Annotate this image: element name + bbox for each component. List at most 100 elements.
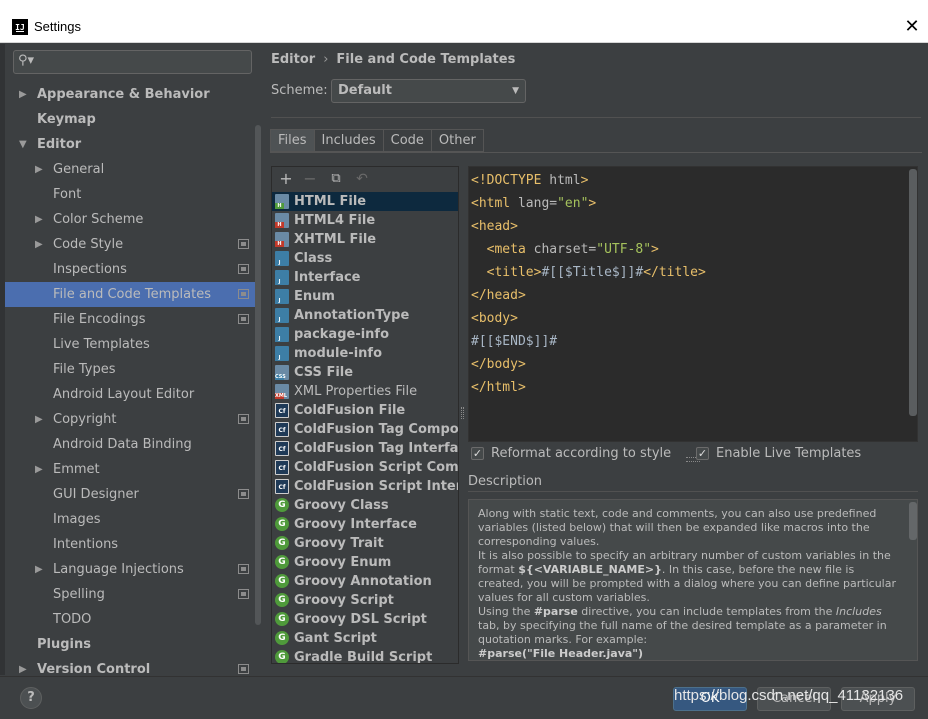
sidebar-item-appearance-behavior[interactable]: ▶ Appearance & Behavior [5, 82, 260, 107]
code-line[interactable]: </body> [471, 353, 526, 376]
sidebar-item-inspections[interactable]: Inspections [5, 257, 260, 282]
sidebar-item-file-and-code-templates[interactable]: File and Code Templates [5, 282, 260, 307]
collapsed-arrow-icon[interactable]: ▶ [35, 157, 43, 182]
code-token: > [580, 173, 589, 188]
sidebar-item-todo[interactable]: TODO [5, 607, 260, 632]
sidebar-item-file-types[interactable]: File Types [5, 357, 260, 382]
template-item[interactable]: J Interface [272, 268, 458, 287]
breadcrumb-parent[interactable]: Editor [271, 52, 315, 67]
splitter-handle[interactable] [461, 407, 464, 419]
editor-scrollbar[interactable] [909, 169, 917, 416]
template-item[interactable]: G Groovy Script [272, 591, 458, 610]
template-name: Groovy Enum [294, 555, 392, 570]
xml-properties-file-icon: XML [275, 384, 289, 399]
sidebar-item-emmet[interactable]: ▶ Emmet [5, 457, 260, 482]
template-item[interactable]: G Groovy Interface [272, 515, 458, 534]
search-icon[interactable]: ⚲▾ [18, 53, 34, 68]
template-item[interactable]: G Groovy DSL Script [272, 610, 458, 629]
tab-other[interactable]: Other [430, 129, 484, 152]
sidebar-item-language-injections[interactable]: ▶ Language Injections [5, 557, 260, 582]
template-item[interactable]: Cf ColdFusion File [272, 401, 458, 420]
copy-template-button[interactable]: ⧉ [326, 168, 346, 190]
sidebar-item-live-templates[interactable]: Live Templates [5, 332, 260, 357]
collapsed-arrow-icon[interactable]: ▶ [35, 232, 43, 257]
checkmark-icon[interactable]: ✓ [696, 447, 709, 460]
sidebar-item-code-style[interactable]: ▶ Code Style [5, 232, 260, 257]
template-list-scrollbar[interactable] [458, 197, 459, 391]
sidebar-item-editor[interactable]: ▼ Editor [5, 132, 260, 157]
remove-template-button[interactable]: − [300, 168, 320, 190]
template-item[interactable]: J Enum [272, 287, 458, 306]
template-item[interactable]: H HTML File [272, 192, 458, 211]
collapsed-arrow-icon[interactable]: ▶ [35, 557, 43, 582]
collapsed-arrow-icon[interactable]: ▶ [35, 207, 43, 232]
template-item[interactable]: CSS CSS File [272, 363, 458, 382]
sidebar-item-images[interactable]: Images [5, 507, 260, 532]
description-example: #parse("File Header.java") [478, 647, 644, 660]
scheme-value: Default [338, 83, 392, 98]
expanded-arrow-icon[interactable]: ▼ [19, 132, 27, 157]
code-line[interactable]: #[[$END$]]# [471, 330, 557, 353]
divider [468, 491, 918, 492]
tab-files[interactable]: Files [270, 129, 314, 152]
template-item[interactable]: Jpackage-info [272, 325, 458, 344]
template-name: Enum [294, 289, 335, 304]
scheme-dropdown[interactable]: Default ▼ [331, 79, 526, 103]
template-item[interactable]: Cf ColdFusion Tag Interface [272, 439, 458, 458]
description-scrollbar[interactable] [909, 502, 917, 540]
collapsed-arrow-icon[interactable]: ▶ [35, 457, 43, 482]
template-code-editor[interactable]: <!DOCTYPE html> <html lang="en"> <head> <m… [468, 166, 918, 442]
template-item[interactable]: G Groovy Trait [272, 534, 458, 553]
template-item[interactable]: G Groovy Annotation [272, 572, 458, 591]
template-item[interactable]: Cf ColdFusion Tag Componer [272, 420, 458, 439]
template-item[interactable]: H HTML4 File [272, 211, 458, 230]
sidebar-item-keymap[interactable]: Keymap [5, 107, 260, 132]
code-line[interactable]: <!DOCTYPE html> [471, 169, 588, 192]
code-line[interactable]: <html lang="en"> [471, 192, 596, 215]
sidebar-item-copyright[interactable]: ▶ Copyright [5, 407, 260, 432]
template-item[interactable]: J Class [272, 249, 458, 268]
tab-includes[interactable]: Includes [313, 129, 383, 152]
checkmark-icon[interactable]: ✓ [471, 447, 484, 460]
template-item[interactable]: G Groovy Enum [272, 553, 458, 572]
template-item[interactable]: Jmodule-info [272, 344, 458, 363]
sidebar-item-font[interactable]: Font [5, 182, 260, 207]
code-token: > [588, 196, 597, 211]
template-item[interactable]: J AnnotationType [272, 306, 458, 325]
close-icon[interactable]: ✕ [902, 17, 922, 37]
template-item[interactable]: G Groovy Class [272, 496, 458, 515]
template-item[interactable]: XML XML Properties File [272, 382, 458, 401]
template-item[interactable]: G Gradle Build Script [272, 648, 458, 663]
collapsed-arrow-icon[interactable]: ▶ [19, 82, 27, 107]
template-name: module-info [294, 346, 383, 361]
template-item[interactable]: Cf ColdFusion Script Interface [272, 477, 458, 496]
code-line[interactable]: <head> [471, 215, 518, 238]
sidebar-item-label: Emmet [53, 462, 100, 477]
code-line[interactable]: </head> [471, 284, 526, 307]
template-item[interactable]: Cf ColdFusion Script Compon [272, 458, 458, 477]
file-type-badge: J [275, 260, 284, 266]
reset-template-button[interactable]: ↶ [352, 168, 372, 190]
sidebar-item-spelling[interactable]: Spelling [5, 582, 260, 607]
code-line[interactable]: </html> [471, 376, 526, 399]
search-input[interactable] [40, 53, 245, 71]
sidebar-item-general[interactable]: ▶ General [5, 157, 260, 182]
sidebar-item-gui-designer[interactable]: GUI Designer [5, 482, 260, 507]
sidebar-item-color-scheme[interactable]: ▶ Color Scheme [5, 207, 260, 232]
code-line[interactable]: <title>#[[$Title$]]#</title> [471, 261, 706, 284]
template-item[interactable]: G Gant Script [272, 629, 458, 648]
sidebar-item-intentions[interactable]: Intentions [5, 532, 260, 557]
template-item[interactable]: H XHTML File [272, 230, 458, 249]
sidebar-item-plugins[interactable]: Plugins [5, 632, 260, 657]
code-line[interactable]: <body> [471, 307, 518, 330]
code-line[interactable]: <meta charset="UTF-8"> [471, 238, 659, 261]
tab-code[interactable]: Code [382, 129, 431, 152]
sidebar-item-android-data-binding[interactable]: Android Data Binding [5, 432, 260, 457]
sidebar-item-file-encodings[interactable]: File Encodings [5, 307, 260, 332]
settings-search[interactable]: ⚲▾ [13, 50, 252, 74]
add-template-button[interactable]: + [276, 168, 296, 190]
help-button[interactable]: ? [20, 687, 42, 709]
collapsed-arrow-icon[interactable]: ▶ [35, 407, 43, 432]
template-name: Groovy Script [294, 593, 394, 608]
sidebar-item-android-layout-editor[interactable]: Android Layout Editor [5, 382, 260, 407]
